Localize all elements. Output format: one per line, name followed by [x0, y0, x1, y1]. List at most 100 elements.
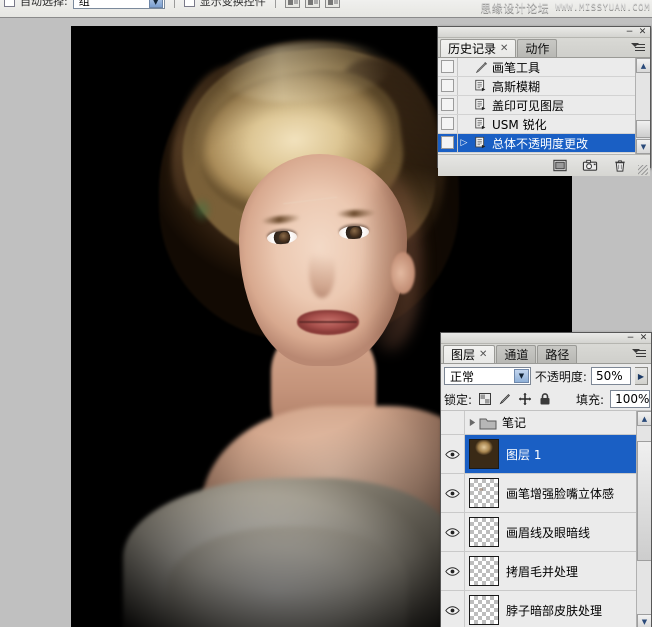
layer-thumbnail[interactable]	[469, 478, 499, 508]
opacity-value: 50%	[596, 369, 623, 383]
layer-visibility-toggle[interactable]	[441, 411, 465, 434]
scroll-up-icon[interactable]: ▲	[637, 411, 651, 426]
opacity-input[interactable]: 50%	[591, 367, 631, 385]
history-source-toggle[interactable]	[438, 58, 458, 76]
scrollbar-thumb[interactable]	[637, 441, 651, 561]
tab-history[interactable]: 历史记录 ✕	[440, 39, 516, 57]
trash-icon[interactable]	[612, 158, 628, 173]
align-right-icon[interactable]	[325, 0, 340, 8]
lock-image-pixels-icon[interactable]	[498, 392, 512, 406]
layer-thumbnail[interactable]	[469, 439, 499, 469]
layer-visibility-toggle[interactable]	[441, 513, 465, 551]
chevron-right-icon[interactable]	[465, 418, 479, 427]
layers-panel-tabs[interactable]: 图层 ✕ 通道 路径	[441, 344, 651, 364]
new-snapshot-camera-icon[interactable]	[582, 158, 598, 173]
layer-visibility-toggle[interactable]	[441, 591, 465, 627]
opacity-slider-arrow-icon[interactable]: ▶	[635, 367, 648, 385]
history-panel-titlebar[interactable]: − ✕	[438, 27, 650, 38]
history-source-toggle[interactable]	[438, 115, 458, 133]
panel-menu-icon[interactable]	[632, 347, 648, 360]
resize-grip[interactable]	[638, 165, 648, 175]
layer-row[interactable]: 脖子暗部皮肤处理	[441, 591, 651, 627]
auto-select-label: 自动选择:	[20, 0, 68, 9]
filter-state-icon	[470, 79, 492, 93]
layers-panel[interactable]: − ✕ 图层 ✕ 通道 路径 正常 ▼ 不透明度: 50%	[440, 332, 652, 627]
layer-name: 图层 1	[506, 446, 541, 463]
close-icon[interactable]: ✕	[639, 334, 648, 343]
history-source-toggle[interactable]	[438, 134, 458, 152]
history-panel-footer[interactable]	[438, 154, 650, 176]
tab-paths-label: 路径	[545, 346, 569, 363]
history-item-label: USM 锐化	[492, 116, 547, 133]
layer-row[interactable]: 画眉线及眼暗线	[441, 513, 651, 552]
blend-mode-dropdown[interactable]: 正常 ▼	[444, 367, 531, 385]
filter-state-icon	[470, 98, 492, 112]
show-transform-controls-checkbox[interactable]	[184, 0, 195, 7]
layer-list[interactable]: 笔记 图层 1 画笔增强脸嘴立体感	[441, 411, 651, 627]
history-item[interactable]: 画笔工具	[438, 58, 650, 77]
layers-panel-titlebar[interactable]: − ✕	[441, 333, 651, 344]
tab-layers-label: 图层	[451, 346, 475, 363]
close-icon[interactable]: ✕	[479, 349, 487, 360]
tab-paths[interactable]: 路径	[537, 345, 577, 363]
blend-mode-row: 正常 ▼ 不透明度: 50% ▶	[441, 364, 651, 388]
opacity-label: 不透明度:	[535, 368, 587, 385]
fill-input[interactable]: 100%	[610, 390, 650, 408]
layer-row-selected[interactable]: 图层 1	[441, 435, 651, 474]
align-left-icon[interactable]	[285, 0, 300, 8]
tab-history-label: 历史记录	[448, 40, 496, 57]
history-source-toggle[interactable]	[438, 96, 458, 114]
layer-row-group[interactable]: 笔记	[441, 411, 651, 435]
history-panel-tabs[interactable]: 历史记录 ✕ 动作	[438, 38, 650, 58]
layer-visibility-toggle[interactable]	[441, 474, 465, 512]
blend-mode-value: 正常	[450, 368, 474, 385]
history-item[interactable]: USM 锐化	[438, 115, 650, 134]
divider	[275, 0, 276, 8]
eye-icon	[445, 605, 460, 616]
history-item[interactable]: 高斯模糊	[438, 77, 650, 96]
history-item[interactable]: 盖印可见图层	[438, 96, 650, 115]
history-item-label: 总体不透明度更改	[492, 135, 588, 152]
history-item-label: 高斯模糊	[492, 78, 540, 95]
align-center-icon[interactable]	[305, 0, 320, 8]
lock-transparency-icon[interactable]	[478, 392, 492, 406]
brush-icon	[470, 60, 492, 75]
layer-row[interactable]: 画笔增强脸嘴立体感	[441, 474, 651, 513]
scroll-up-icon[interactable]: ▲	[636, 58, 650, 73]
layer-thumbnail[interactable]	[469, 595, 499, 625]
new-document-from-state-icon[interactable]	[552, 158, 568, 173]
divider	[174, 0, 175, 8]
history-scrollbar[interactable]: ▲ ▼	[635, 58, 650, 154]
layer-thumbnail[interactable]	[469, 556, 499, 586]
minimize-icon[interactable]: −	[626, 334, 635, 343]
minimize-icon[interactable]: −	[625, 28, 634, 37]
layer-name: 拷眉毛并处理	[506, 563, 578, 580]
history-panel[interactable]: − ✕ 历史记录 ✕ 动作 画笔工具	[437, 26, 651, 168]
lock-all-icon[interactable]	[538, 392, 552, 406]
auto-select-checkbox[interactable]	[4, 0, 15, 7]
history-source-toggle[interactable]	[438, 77, 458, 95]
tab-channels-label: 通道	[504, 346, 528, 363]
layers-scrollbar[interactable]: ▲ ▼	[636, 411, 651, 627]
lock-position-icon[interactable]	[518, 392, 532, 406]
close-icon[interactable]: ✕	[500, 43, 508, 54]
layer-visibility-toggle[interactable]	[441, 552, 465, 590]
layer-thumbnail[interactable]	[469, 517, 499, 547]
history-item-selected[interactable]: ▷ 总体不透明度更改	[438, 134, 650, 153]
layer-visibility-toggle[interactable]	[441, 435, 465, 473]
history-state-list[interactable]: 画笔工具 高斯模糊 盖印可见图层	[438, 58, 650, 154]
panel-menu-icon[interactable]	[631, 41, 647, 54]
scroll-down-icon[interactable]: ▼	[636, 139, 650, 154]
scrollbar-thumb[interactable]	[636, 120, 650, 138]
layer-row[interactable]: 拷眉毛并处理	[441, 552, 651, 591]
show-transform-controls-label: 显示变换控件	[200, 0, 266, 9]
auto-select-group-dropdown[interactable]: 组 ▼	[73, 0, 165, 9]
tab-layers[interactable]: 图层 ✕	[443, 345, 495, 363]
scroll-down-icon[interactable]: ▼	[637, 614, 651, 627]
tab-actions-label: 动作	[525, 40, 549, 57]
close-icon[interactable]: ✕	[638, 28, 647, 37]
tab-actions[interactable]: 动作	[517, 39, 557, 57]
history-item-label: 盖印可见图层	[492, 97, 564, 114]
filter-state-icon	[470, 117, 492, 131]
tab-channels[interactable]: 通道	[496, 345, 536, 363]
